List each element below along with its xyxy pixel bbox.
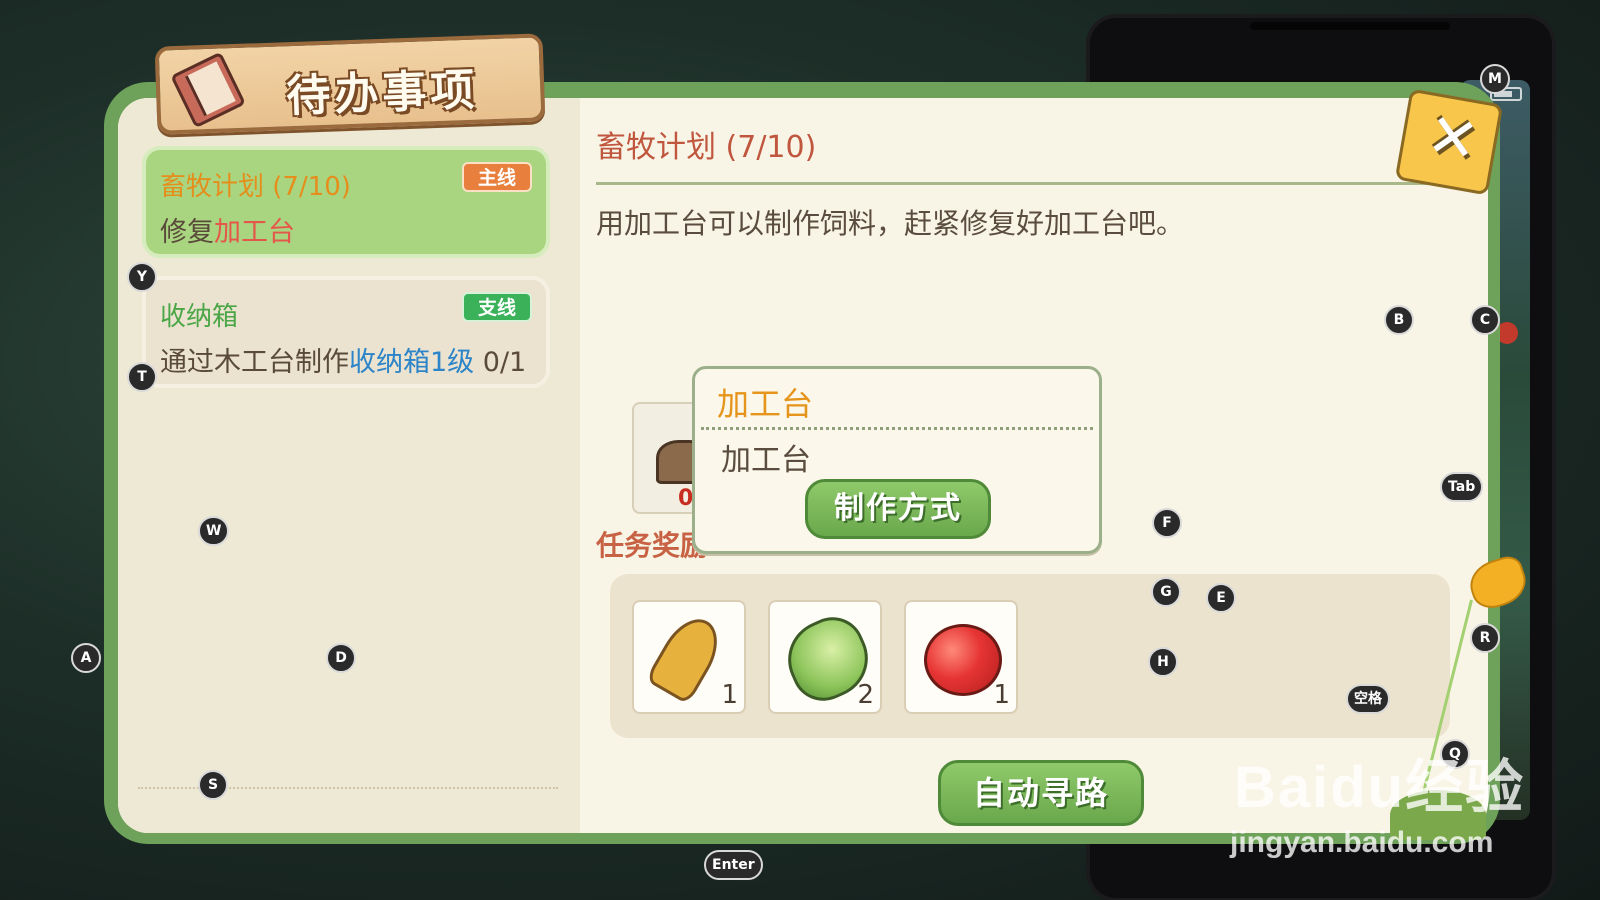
close-button[interactable]: ✕ [1394,88,1504,196]
key-hint-d: D [326,643,356,673]
key-hint-space: 空格 [1346,684,1390,714]
panel-title: 待办事项 [285,64,480,123]
divider [596,182,1454,185]
watermark-text: Baidu经验 [1234,755,1526,820]
wheat-icon [644,608,730,706]
apple-icon [924,624,1002,696]
key-hint-h: H [1148,647,1178,677]
watermark: Baidu经验 jingyan.baidu.com [1230,740,1526,860]
key-hint-c: C [1470,305,1500,335]
popup-title: 加工台 [717,385,814,423]
reward-count: 1 [993,680,1010,710]
reward-slot-wheat[interactable]: 1 [632,600,746,714]
key-hint-tab: Tab [1440,472,1484,502]
book-icon [170,51,247,129]
key-hint-b: B [1384,305,1414,335]
key-hint-r: R [1470,623,1500,653]
reward-count: 2 [857,680,874,710]
item-tooltip-popup: 加工台 加工台 制作方式 [692,366,1102,554]
auto-pathfind-button[interactable]: 自动寻路 [938,760,1144,826]
close-icon: ✕ [1421,99,1484,178]
reward-slot-apple[interactable]: 1 [904,600,1018,714]
key-hint-e: E [1206,583,1236,613]
device-notch [1250,22,1450,30]
quest-item-side[interactable]: 收纳箱 支线 通过木工台制作收纳箱1级 0/1 [142,276,550,388]
quest-detail-title: 畜牧计划 (7/10) [596,130,817,165]
panel-title-tag: 待办事项 [154,33,546,135]
recipe-button[interactable]: 制作方式 [805,479,991,539]
key-hint-t: T [127,362,157,392]
quest-description: 用加工台可以制作饲料，赶紧修复好加工台吧。 [596,207,1185,240]
quest-objective: 修复加工台 [160,217,295,248]
quest-objective: 通过木工台制作收纳箱1级 0/1 [160,347,527,378]
quest-title: 收纳箱 [160,302,239,332]
divider [701,427,1093,430]
quest-target: 收纳箱1级 [349,347,475,378]
reward-count: 1 [721,680,738,710]
side-quest-badge: 支线 [462,292,532,322]
key-hint-enter: Enter [704,850,763,880]
quest-title: 畜牧计划 (7/10) [160,172,351,202]
quest-target: 加工台 [214,217,295,248]
key-hint-f: F [1152,508,1182,538]
key-hint-a: A [71,643,101,673]
key-hint-g: G [1151,577,1181,607]
main-quest-badge: 主线 [462,162,532,192]
reward-slot-cabbage[interactable]: 2 [768,600,882,714]
key-hint-s: S [198,770,228,800]
watermark-url: jingyan.baidu.com [1230,826,1494,859]
popup-subtitle: 加工台 [721,443,811,478]
key-hint-y: Y [127,262,157,292]
quest-item-main[interactable]: 畜牧计划 (7/10) 主线 修复加工台 [142,146,550,258]
key-hint-m: M [1480,64,1510,94]
quest-progress: 0/1 [474,347,527,378]
